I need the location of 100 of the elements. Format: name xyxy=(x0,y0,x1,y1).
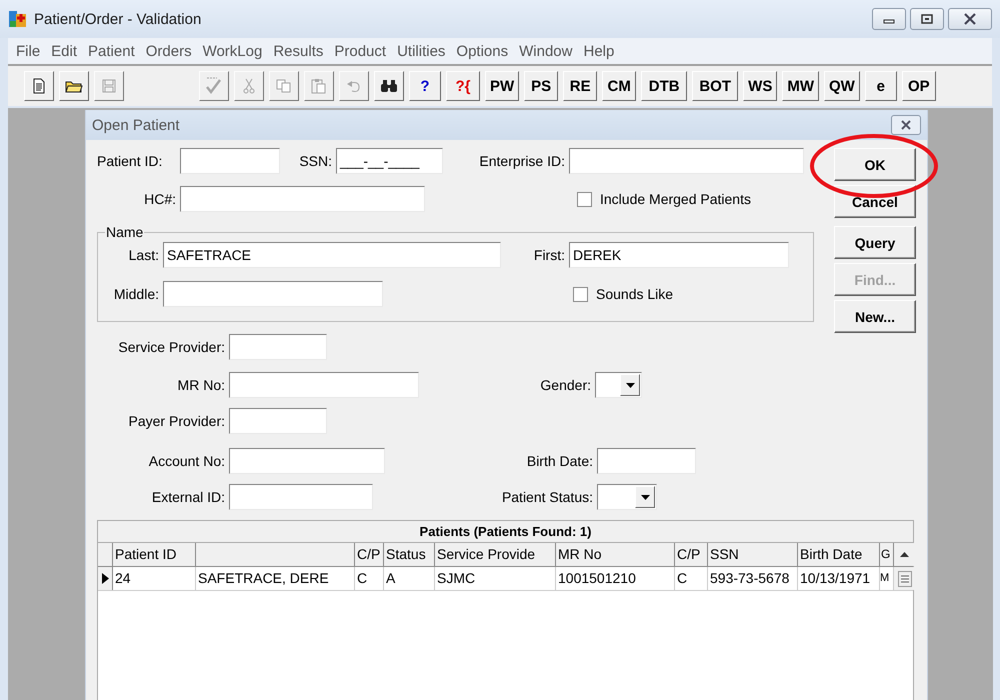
scroll-up-button[interactable] xyxy=(894,543,915,566)
table-cell: A xyxy=(384,567,435,590)
menu-item[interactable]: File xyxy=(16,42,48,60)
column-header[interactable]: MR No xyxy=(556,543,675,566)
scissors-icon xyxy=(243,78,255,94)
input-field[interactable]: ___-__-____ xyxy=(336,148,443,174)
table-cell: C xyxy=(675,567,708,590)
toolbar-button[interactable]: DTB xyxy=(641,71,688,101)
field-label: HC#: xyxy=(143,191,177,207)
table-cell: 10/13/1971 xyxy=(798,567,880,590)
input-field[interactable] xyxy=(229,372,419,398)
column-header[interactable]: Patient ID xyxy=(113,543,196,566)
input-field[interactable] xyxy=(229,448,385,474)
field-label: MR No: xyxy=(176,377,226,393)
toolbar-button[interactable] xyxy=(374,71,404,101)
field-label: Birth Date: xyxy=(526,453,594,469)
close-button[interactable] xyxy=(891,115,921,135)
input-field[interactable] xyxy=(180,148,280,174)
field-label: External ID: xyxy=(150,489,226,505)
toolbar-button[interactable]: OP xyxy=(902,71,936,101)
field-label: SSN: xyxy=(298,153,333,169)
field-label: Account No: xyxy=(148,453,226,469)
dropdown-arrow-icon xyxy=(640,494,650,500)
menu-item[interactable]: WorkLog xyxy=(202,42,270,60)
toolbar-button[interactable]: ? xyxy=(409,71,441,101)
table-cell: 1001501210 xyxy=(556,567,675,590)
close-button[interactable] xyxy=(948,8,992,30)
column-header[interactable]: G xyxy=(880,543,894,566)
table-cell: C xyxy=(355,567,384,590)
toolbar-button[interactable]: PW xyxy=(485,71,520,101)
minimize-button[interactable] xyxy=(872,8,906,30)
menu-item[interactable]: Results xyxy=(273,42,330,60)
field-label: First: xyxy=(532,247,566,263)
field-label: Payer Provider: xyxy=(128,413,226,429)
column-header[interactable]: SSN xyxy=(708,543,798,566)
field-label: Service Provider: xyxy=(117,339,226,355)
binoculars-icon xyxy=(380,79,398,93)
toolbar-button[interactable]: CM xyxy=(602,71,636,101)
field-label: Last: xyxy=(128,247,160,263)
field-label: Middle: xyxy=(112,286,160,302)
menu-item[interactable]: Utilities xyxy=(397,42,452,60)
menu-item[interactable]: Product xyxy=(334,42,394,60)
toolbar-button[interactable] xyxy=(59,71,89,101)
toolbar-button[interactable]: WS xyxy=(743,71,778,101)
field-label: Gender: xyxy=(539,377,592,393)
toolbar-button[interactable]: MW xyxy=(782,71,819,101)
scroll-thumb-icon[interactable] xyxy=(898,570,912,586)
scroll-up-icon[interactable] xyxy=(900,552,909,557)
grid-caption: Patients (Patients Found: 1) xyxy=(420,524,592,539)
checkbox-label: Sounds Like xyxy=(596,286,674,302)
toolbar-button[interactable]: ?{ xyxy=(446,71,480,101)
dialog-button[interactable]: OK xyxy=(834,148,916,181)
input-field[interactable] xyxy=(229,334,327,360)
menu-item[interactable]: Patient xyxy=(88,42,142,60)
input-field[interactable] xyxy=(180,186,425,212)
menu-item[interactable]: Orders xyxy=(146,42,199,60)
spellcheck-icon xyxy=(204,77,224,95)
menu-item[interactable]: Options xyxy=(456,42,516,60)
dialog-button[interactable]: Query xyxy=(834,226,916,259)
input-field[interactable] xyxy=(597,448,696,474)
menu-item[interactable]: Window xyxy=(519,42,580,60)
toolbar-button[interactable]: PS xyxy=(524,71,558,101)
table-cell: SJMC xyxy=(435,567,556,590)
toolbar-button[interactable]: e xyxy=(864,71,897,101)
menu-item[interactable]: Edit xyxy=(51,42,84,60)
close-icon xyxy=(963,13,977,25)
input-field[interactable] xyxy=(163,281,383,307)
input-field[interactable]: SAFETRACE xyxy=(163,242,501,268)
checkbox[interactable] xyxy=(573,286,588,302)
folder-icon xyxy=(65,79,83,93)
save-icon xyxy=(102,79,116,93)
column-header[interactable]: Birth Date xyxy=(798,543,880,566)
toolbar-button[interactable]: QW xyxy=(824,71,860,101)
input-field[interactable] xyxy=(569,148,804,174)
column-header[interactable]: C/P xyxy=(355,543,384,566)
app-icon xyxy=(8,9,28,29)
toolbar-button[interactable]: RE xyxy=(563,71,598,101)
input-field[interactable]: DEREK xyxy=(569,242,789,268)
table-cell: 593-73-5678 xyxy=(708,567,798,590)
copy-icon xyxy=(276,79,292,93)
window-title: Patient/Order - Validation xyxy=(34,10,202,28)
toolbar-button[interactable]: BOT xyxy=(692,71,738,101)
column-header[interactable]: C/P xyxy=(675,543,708,566)
checkbox-label: Include Merged Patients xyxy=(600,191,751,207)
menu-item[interactable]: Help xyxy=(583,42,622,60)
checkbox[interactable] xyxy=(577,192,592,206)
column-header[interactable]: Status xyxy=(384,543,435,566)
dropdown-field[interactable] xyxy=(595,372,642,398)
toolbar-button[interactable] xyxy=(24,71,54,101)
group-label: Name xyxy=(105,224,144,240)
dropdown-field[interactable] xyxy=(597,484,657,510)
dialog-button[interactable]: New... xyxy=(834,300,916,333)
close-icon xyxy=(900,120,912,130)
table-cell: SAFETRACE, DERE xyxy=(196,567,355,590)
row-selector[interactable] xyxy=(98,567,113,590)
table-cell: 24 xyxy=(113,567,196,590)
maximize-button[interactable] xyxy=(910,8,944,30)
input-field[interactable] xyxy=(229,484,373,510)
column-header[interactable]: Service Provide xyxy=(435,543,556,566)
input-field[interactable] xyxy=(229,408,327,434)
